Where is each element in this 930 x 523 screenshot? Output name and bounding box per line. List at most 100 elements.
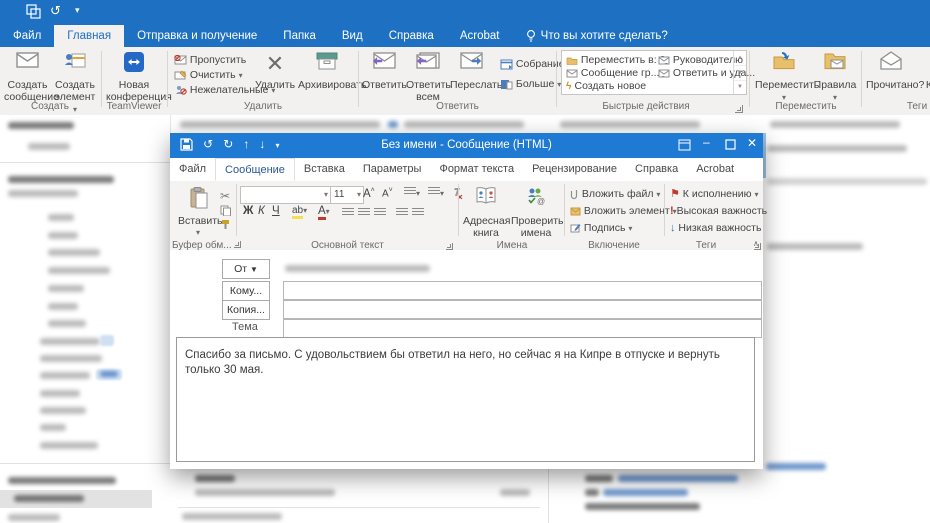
compose-tab-options[interactable]: Параметры — [354, 158, 431, 180]
folder-item[interactable] — [40, 338, 100, 345]
send-receive-icon[interactable] — [26, 4, 41, 19]
folder-item[interactable] — [48, 232, 78, 239]
font-size-select[interactable]: 11▾ — [330, 186, 364, 204]
compose-tab-acrobat[interactable]: Acrobat — [687, 158, 743, 180]
signature-button[interactable]: Подпись ▾ — [570, 222, 632, 235]
cc-input[interactable] — [283, 300, 762, 319]
folder-item[interactable] — [40, 442, 98, 449]
font-name-select[interactable]: ▾ — [240, 186, 332, 204]
selected-folder-row[interactable] — [0, 490, 152, 508]
folder-item[interactable] — [40, 407, 86, 414]
reply-button[interactable]: Ответить — [362, 49, 406, 91]
main-tab-view[interactable]: Вид — [329, 25, 376, 47]
italic-button[interactable]: К — [258, 205, 265, 217]
folder-item[interactable] — [40, 424, 66, 431]
tell-me-box[interactable]: Что вы хотите сделать? — [512, 25, 680, 47]
compose-tab-format[interactable]: Формат текста — [430, 158, 523, 180]
compose-tab-insert[interactable]: Вставка — [295, 158, 354, 180]
from-button[interactable]: От ▼ — [222, 259, 270, 279]
to-input[interactable] — [283, 281, 762, 300]
folder-item[interactable] — [48, 320, 86, 327]
compose-tab-message[interactable]: Сообщение — [215, 158, 295, 181]
quickstep-to-manager[interactable]: Руководителю — [658, 53, 743, 67]
collapse-ribbon-icon[interactable]: ∧ — [753, 239, 759, 248]
message-list-item[interactable] — [195, 489, 335, 496]
align-center-icon[interactable] — [358, 208, 370, 220]
quickstep-move-to[interactable]: Переместить в: ? — [566, 53, 665, 67]
maximize-button[interactable] — [725, 137, 736, 151]
decrease-indent-icon[interactable] — [396, 208, 408, 220]
message-list-item[interactable] — [195, 475, 235, 482]
numbering-icon[interactable]: ▾ — [428, 187, 444, 199]
compose-tab-help[interactable]: Справка — [626, 158, 687, 180]
to-button[interactable]: Кому... — [222, 281, 270, 301]
minimize-button[interactable]: – — [703, 135, 710, 149]
archive-button[interactable]: Архивировать — [298, 49, 356, 91]
clear-format-icon[interactable] — [451, 187, 463, 199]
more-respond-button[interactable]: Больше ▾ — [500, 77, 561, 92]
highlight-color-icon[interactable]: ab▾ — [292, 205, 307, 216]
bold-button[interactable]: Ж — [243, 205, 253, 217]
high-importance-button[interactable]: ! Высокая важность — [670, 205, 767, 218]
grow-font-icon[interactable]: А˄ — [363, 187, 375, 200]
main-tab-sendreceive[interactable]: Отправка и получение — [124, 25, 270, 47]
basic-text-dialog-launcher-icon[interactable] — [446, 243, 453, 250]
main-tab-help[interactable]: Справка — [376, 25, 447, 47]
main-tab-folder[interactable]: Папка — [270, 25, 329, 47]
font-color-icon[interactable]: А▾ — [318, 205, 330, 217]
quickstep-team-message[interactable]: Сообщение гр... — [566, 66, 659, 80]
format-painter-icon[interactable] — [220, 218, 231, 230]
folder-item[interactable] — [40, 355, 102, 362]
ignore-button[interactable]: Пропустить — [174, 53, 246, 67]
account-header[interactable] — [8, 477, 116, 484]
attach-file-button[interactable]: Вложить файл ▾ — [570, 188, 660, 201]
followup-button[interactable]: ⚑ К исполнению ▾ — [670, 188, 758, 201]
align-right-icon[interactable] — [374, 208, 386, 220]
folder-item[interactable] — [28, 143, 70, 150]
folder-item[interactable] — [40, 390, 80, 397]
low-importance-button[interactable]: ↓ Низкая важность — [670, 222, 761, 235]
qat-customize-icon[interactable]: ▾ — [75, 5, 80, 16]
ribbon-display-icon[interactable] — [678, 137, 691, 151]
cleanup-button[interactable]: Очистить ▾ — [174, 68, 243, 83]
quickstep-create-new[interactable]: ϟ Создать новое — [566, 79, 646, 93]
undo-icon[interactable]: ↺ — [50, 3, 61, 19]
rules-button[interactable]: Правила ▾ — [813, 49, 857, 104]
quick-steps-scroll[interactable]: ▲ ▼ ▼ — [733, 51, 746, 94]
bullets-icon[interactable]: ▾ — [404, 187, 420, 199]
folder-item[interactable] — [8, 514, 60, 521]
compose-tab-file[interactable]: Файл — [170, 158, 215, 180]
main-tab-file[interactable]: Файл — [0, 25, 54, 47]
folder-item[interactable] — [40, 372, 90, 379]
meeting-button[interactable]: Собрание — [500, 57, 565, 71]
account-header[interactable] — [8, 176, 114, 183]
folder-item[interactable] — [8, 190, 78, 197]
main-tab-home[interactable]: Главная — [54, 25, 124, 47]
folder-item[interactable] — [48, 267, 110, 274]
folder-item[interactable] — [48, 285, 84, 292]
new-conference-button[interactable]: Новая конференция — [106, 49, 162, 103]
address-book-button[interactable]: Адресная книга — [463, 185, 509, 239]
quick-steps-dialog-launcher-icon[interactable] — [735, 105, 743, 113]
message-body-editor[interactable]: Спасибо за письмо. С удовольствием бы от… — [176, 337, 755, 462]
compose-tab-review[interactable]: Рецензирование — [523, 158, 626, 180]
folder-item[interactable] — [48, 303, 78, 310]
reply-all-button[interactable]: Ответить всем — [406, 49, 450, 103]
shrink-font-icon[interactable]: А˅ — [382, 187, 393, 199]
cc-button[interactable]: Копия... — [222, 300, 270, 320]
folder-item[interactable] — [48, 214, 74, 221]
message-list-item[interactable] — [182, 513, 282, 520]
read-unread-button[interactable]: Прочитано? — [866, 49, 916, 91]
copy-icon[interactable] — [220, 204, 231, 216]
subject-input[interactable] — [283, 319, 762, 338]
delete-button[interactable]: ✕ Удалить — [252, 49, 298, 91]
new-email-button[interactable]: Создать сообщение — [4, 49, 51, 103]
main-tab-acrobat[interactable]: Acrobat — [447, 25, 513, 47]
increase-indent-icon[interactable] — [412, 208, 424, 220]
account-header[interactable] — [8, 122, 74, 129]
close-button[interactable]: ✕ — [747, 136, 757, 150]
followup-button-clipped[interactable]: ⚑ К ис — [916, 49, 930, 91]
attach-item-button[interactable]: Вложить элемент ▾ — [570, 205, 677, 218]
paste-button[interactable]: Вставить ▾ — [178, 185, 218, 239]
underline-button[interactable]: Ч — [272, 205, 280, 217]
